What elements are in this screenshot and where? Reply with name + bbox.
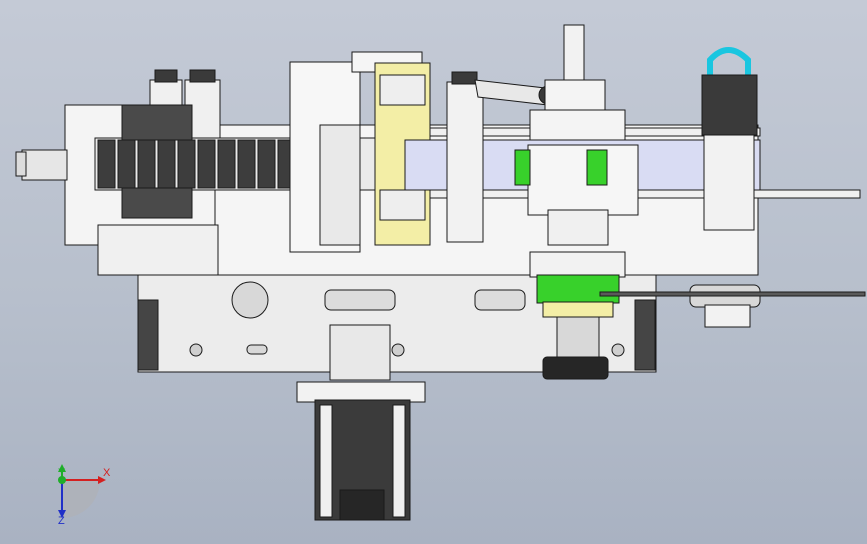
right-belt	[599, 291, 866, 297]
z-axis-label: Z	[58, 515, 65, 527]
y-axis-label: Y	[58, 467, 66, 479]
spindle-housing	[527, 144, 639, 216]
green-bearing-left	[514, 149, 531, 186]
motor-connector	[339, 489, 385, 521]
strip-clamp-top	[121, 104, 193, 141]
mid-pulley	[474, 289, 526, 311]
hub-ring	[542, 301, 614, 318]
base-screw-2	[391, 343, 405, 357]
center-inner	[319, 124, 361, 246]
right-pulley-mount	[704, 304, 751, 328]
knob	[542, 356, 609, 380]
left-shaft-cap	[15, 151, 27, 177]
strip-clamp-bottom	[121, 187, 193, 219]
motor-flange	[296, 381, 426, 403]
coordinate-triad: X Y Z	[58, 464, 111, 527]
triad-shading	[62, 480, 100, 518]
cyan-handle	[707, 47, 751, 75]
lever-arm	[474, 79, 549, 106]
green-bearing-right	[586, 149, 608, 186]
middle-roller	[446, 81, 484, 243]
base-screw-3	[611, 343, 625, 357]
spindle-body	[529, 109, 626, 141]
base-slot	[246, 344, 268, 355]
left-pulley	[324, 289, 396, 311]
hub-plate	[529, 251, 626, 278]
right-cylinder	[701, 74, 758, 136]
coupling	[329, 324, 391, 381]
x-axis-label: X	[103, 467, 111, 479]
motor-rib-right	[392, 404, 406, 518]
base-bore	[231, 281, 269, 319]
base-plate-right-dark	[634, 299, 656, 371]
spindle-top	[563, 24, 585, 86]
base-screw-1	[189, 343, 203, 357]
yellow-roller-bearing-bot	[379, 189, 426, 221]
green-hub	[536, 274, 620, 304]
middle-roller-cap	[451, 71, 478, 85]
spindle-lower	[547, 209, 609, 246]
base-plate-left-dark	[137, 299, 159, 371]
left-gearbox-lower	[97, 224, 219, 276]
roller-left-cap-b	[189, 69, 216, 83]
belt-bar-bottom	[429, 189, 861, 199]
cad-viewport[interactable]: X Y Z	[0, 0, 867, 544]
roller-left-cap-a	[154, 69, 178, 83]
left-shaft-stub	[21, 149, 68, 181]
motor-rib-left	[319, 404, 333, 518]
yellow-roller-bearing-top	[379, 74, 426, 106]
spring	[556, 316, 600, 358]
assembly[interactable]	[15, 24, 866, 521]
strip-cells	[97, 139, 316, 189]
right-column	[703, 134, 755, 231]
